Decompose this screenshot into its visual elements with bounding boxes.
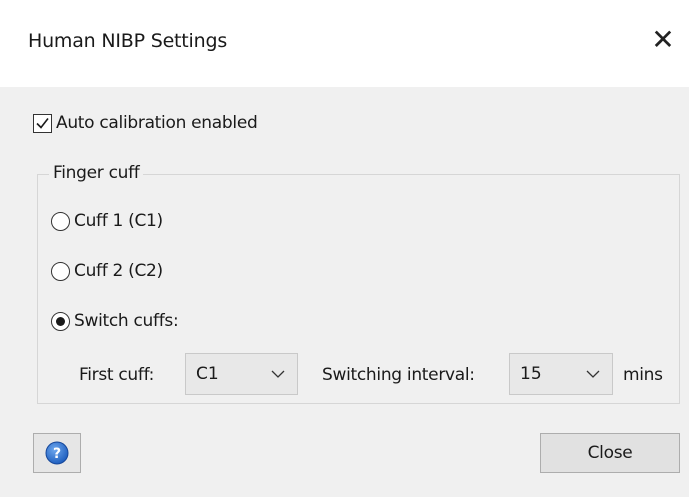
radio-cuff-2[interactable]: [51, 261, 70, 281]
radio-switch-cuffs-label: Switch cuffs:: [74, 311, 179, 331]
nibp-settings-dialog: Human NIBP Settings ✕ Auto calibration e…: [0, 0, 689, 497]
radio-cuff-1[interactable]: [51, 211, 70, 231]
radio-switch-cuffs[interactable]: [51, 311, 70, 331]
radio-switch-cuffs-row[interactable]: Switch cuffs:: [51, 308, 179, 334]
auto-calibration-label: Auto calibration enabled: [56, 113, 258, 133]
help-button[interactable]: ?: [33, 433, 81, 473]
auto-calibration-checkbox-row[interactable]: Auto calibration enabled: [33, 110, 258, 136]
auto-calibration-checkbox[interactable]: [33, 113, 52, 133]
radio-cuff-1-label: Cuff 1 (C1): [74, 211, 163, 231]
close-button[interactable]: Close: [540, 433, 680, 473]
dialog-content: Auto calibration enabled Finger cuff Cuf…: [0, 87, 689, 497]
first-cuff-value: C1: [196, 364, 219, 384]
switching-interval-select[interactable]: 15: [509, 353, 613, 395]
switching-interval-label: Switching interval:: [322, 365, 475, 385]
checkmark-icon: [36, 117, 49, 129]
window-title: Human NIBP Settings: [28, 30, 228, 52]
radio-cuff-2-row[interactable]: Cuff 2 (C2): [51, 258, 163, 284]
radio-cuff-2-label: Cuff 2 (C2): [74, 261, 163, 281]
first-cuff-select[interactable]: C1: [185, 353, 298, 395]
switching-interval-value: 15: [520, 364, 542, 384]
first-cuff-label: First cuff:: [79, 365, 155, 385]
chevron-down-icon: [271, 370, 285, 378]
finger-cuff-group: Finger cuff Cuff 1 (C1) Cuff 2 (C2) Swit…: [37, 163, 680, 404]
svg-text:?: ?: [53, 446, 61, 462]
chevron-down-icon: [586, 370, 600, 378]
close-icon[interactable]: ✕: [650, 26, 676, 54]
help-icon: ?: [45, 441, 69, 465]
radio-cuff-1-row[interactable]: Cuff 1 (C1): [51, 208, 163, 234]
interval-unit-label: mins: [623, 365, 663, 385]
title-bar: Human NIBP Settings ✕: [0, 0, 689, 87]
finger-cuff-legend: Finger cuff: [49, 163, 144, 183]
